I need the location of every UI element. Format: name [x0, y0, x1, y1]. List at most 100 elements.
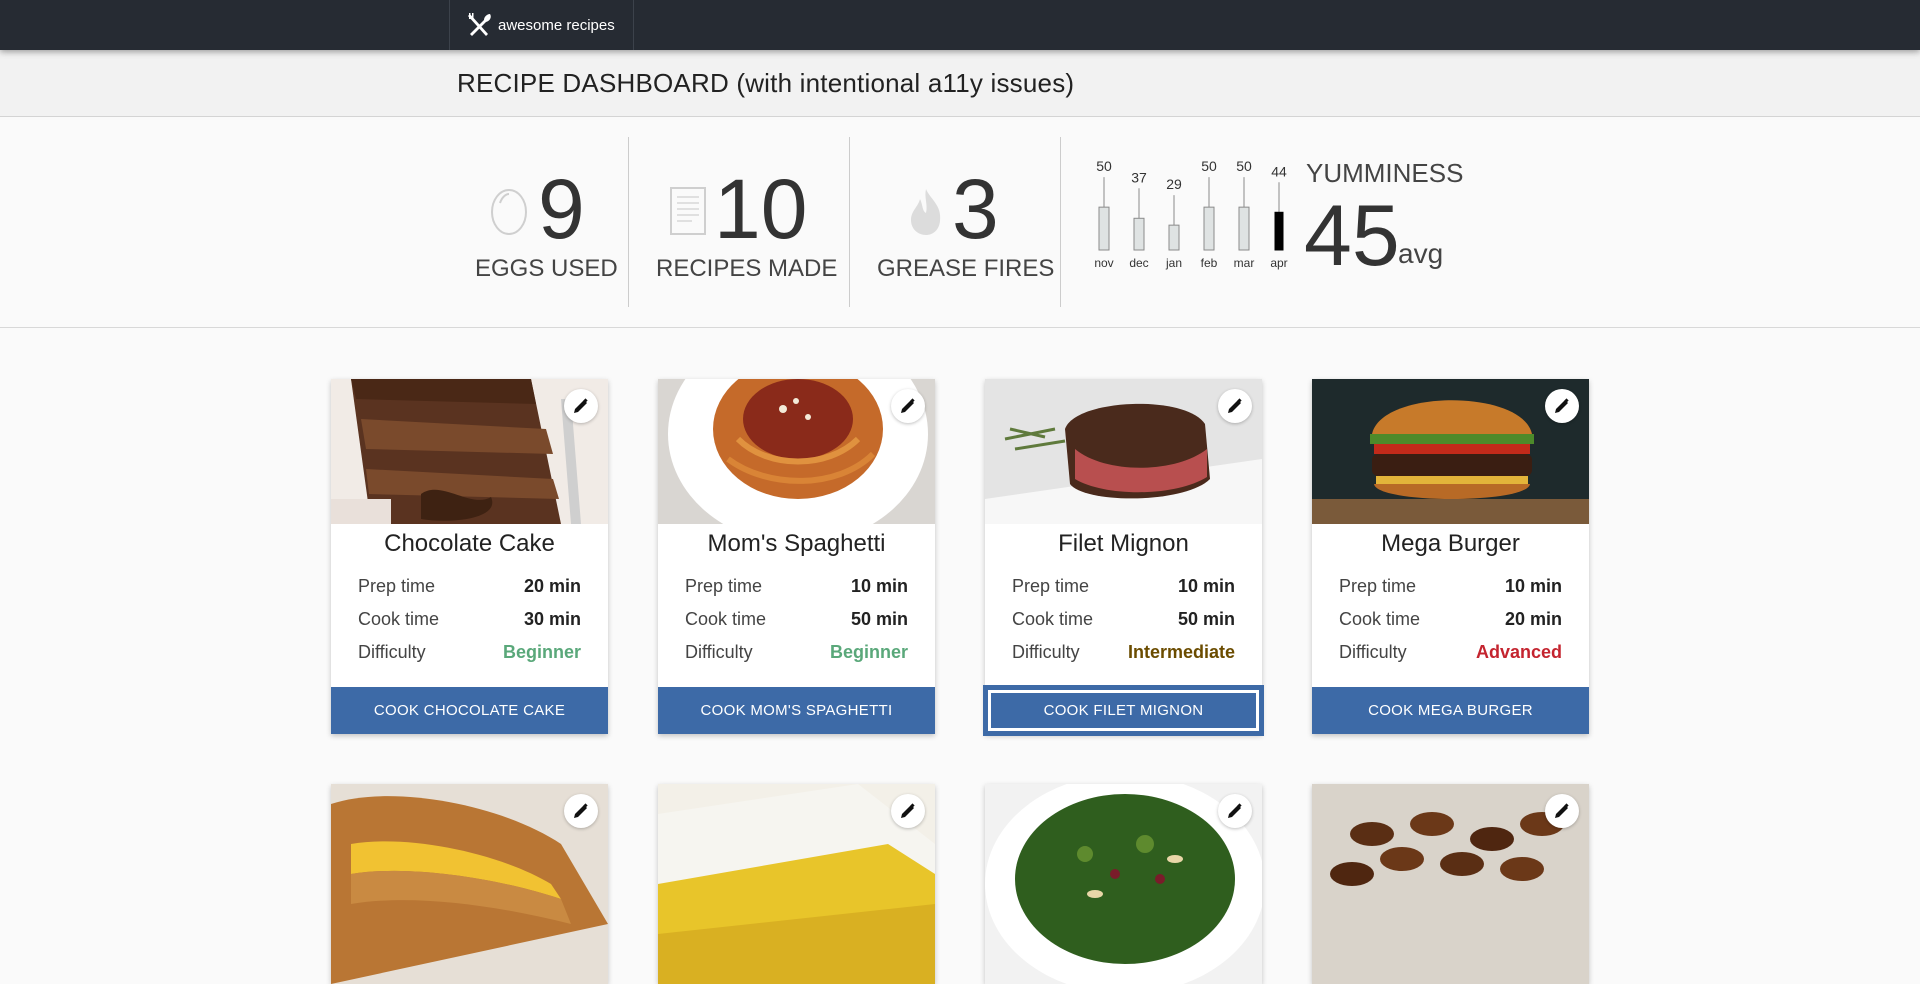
prep-value: 10 min — [1177, 576, 1235, 596]
pencil-icon — [1555, 803, 1569, 818]
cook-time-row: Cook time 20 min — [1312, 603, 1589, 636]
bar-apr — [1274, 211, 1284, 251]
utensils-icon — [468, 13, 491, 36]
yumminess-label: YUMMINESS — [1306, 158, 1464, 188]
stat-value: 3 — [952, 162, 999, 256]
stats-panel: 9 EGGS USED 10 RECIPES MADE 3 GREASE FIR… — [0, 117, 1920, 328]
prep-time-row: Prep time 10 min — [1312, 570, 1589, 603]
lemon-bars-photo — [658, 784, 935, 984]
stat-grease-fires: 3 GREASE FIRES — [870, 137, 1070, 307]
recipe-card: Filet Mignon Prep time 10 min Cook time 50… — [985, 379, 1262, 734]
bar-value-label: 50 — [1201, 158, 1217, 174]
yumminess-unit: avg — [1398, 238, 1444, 269]
recipe-card — [658, 784, 935, 984]
candied-pecans-photo — [1312, 784, 1589, 984]
spaghetti-photo — [658, 379, 935, 524]
recipe-card — [1312, 784, 1589, 984]
recipe-card: Chocolate Cake Prep time 20 min Cook time… — [331, 379, 608, 734]
pencil-icon — [1555, 398, 1569, 413]
pencil-icon — [574, 398, 588, 413]
egg-icon — [491, 189, 527, 235]
edit-button[interactable] — [891, 389, 925, 423]
cook-filet-mignon-button[interactable]: COOK FILET MIGNON — [985, 687, 1262, 734]
bar-dec — [1133, 217, 1145, 251]
recipe-card: Mom's Spaghetti Prep time 10 min Cook tim… — [658, 379, 935, 734]
cook-mega-burger-button[interactable]: COOK MEGA BURGER — [1312, 687, 1589, 734]
kale-salad-photo — [985, 784, 1262, 984]
stat-value: 9 — [538, 162, 585, 256]
edit-button[interactable] — [1545, 389, 1579, 423]
bar-value-label: 50 — [1236, 158, 1252, 174]
bar-nov — [1098, 206, 1110, 251]
divider — [849, 137, 850, 307]
difficulty-value: Beginner — [829, 642, 908, 662]
recipe-name: Filet Mignon — [1058, 530, 1189, 557]
cook-value: 30 min — [523, 609, 581, 629]
edit-button[interactable] — [1218, 794, 1252, 828]
edit-button[interactable] — [564, 389, 598, 423]
recipe-name: Mom's Spaghetti — [707, 530, 886, 557]
prep-time-row: Prep time 20 min — [331, 570, 608, 603]
prep-value: 10 min — [1504, 576, 1562, 596]
cook-moms-spaghetti-button[interactable]: COOK MOM'S SPAGHETTI — [658, 687, 935, 734]
bar-jan — [1168, 224, 1180, 251]
stat-label: RECIPES MADE — [656, 255, 838, 282]
prep-label: Prep time — [685, 576, 763, 596]
cook-label: Cook time — [1012, 609, 1094, 629]
top-navbar: awesome recipes — [0, 0, 1920, 50]
brand-link[interactable]: awesome recipes — [449, 0, 634, 50]
edit-button[interactable] — [1218, 389, 1252, 423]
cook-label: Cook time — [358, 609, 440, 629]
pencil-icon — [574, 803, 588, 818]
burger-photo — [1312, 379, 1589, 524]
cook-time-row: Cook time 30 min — [331, 603, 608, 636]
recipe-name: Mega Burger — [1381, 530, 1520, 557]
cook-label: Cook time — [685, 609, 767, 629]
difficulty-row: Difficulty Intermediate — [985, 636, 1262, 669]
grilled-cheese-photo — [331, 784, 608, 984]
difficulty-value: Beginner — [502, 642, 581, 662]
pencil-icon — [901, 803, 915, 818]
pencil-icon — [901, 398, 915, 413]
cook-value: 50 min — [850, 609, 908, 629]
prep-label: Prep time — [1339, 576, 1417, 596]
pencil-icon — [1228, 803, 1242, 818]
cook-value: 50 min — [1177, 609, 1235, 629]
edit-button[interactable] — [891, 794, 925, 828]
bar-mar — [1238, 206, 1250, 251]
bar-category-label: apr — [1270, 256, 1287, 270]
bar-value-label: 50 — [1096, 158, 1112, 174]
difficulty-label: Difficulty — [1012, 642, 1080, 662]
edit-button[interactable] — [1545, 794, 1579, 828]
prep-label: Prep time — [1012, 576, 1090, 596]
yumminess-bar-chart: 50 nov 37 dec 29 jan 50 feb 50 mar 44 apr — [1094, 158, 1287, 270]
recipe-card — [331, 784, 608, 984]
cook-label: Cook time — [1339, 609, 1421, 629]
cook-time-row: Cook time 50 min — [658, 603, 935, 636]
edit-button[interactable] — [564, 794, 598, 828]
brand-name: awesome recipes — [498, 16, 615, 34]
prep-time-row: Prep time 10 min — [985, 570, 1262, 603]
stat-label: GREASE FIRES — [877, 255, 1055, 282]
difficulty-value: Advanced — [1475, 642, 1562, 662]
page-header: RECIPE DASHBOARD (with intentional a11y … — [0, 50, 1920, 117]
bar-category-label: mar — [1234, 256, 1255, 270]
bar-category-label: feb — [1201, 256, 1218, 270]
bar-value-label: 37 — [1131, 169, 1147, 185]
stat-label: EGGS USED — [475, 255, 618, 282]
stat-eggs-used: 9 EGGS USED — [470, 137, 620, 307]
prep-time-row: Prep time 10 min — [658, 570, 935, 603]
difficulty-row: Difficulty Advanced — [1312, 636, 1589, 669]
recipe-name: Chocolate Cake — [384, 530, 555, 557]
document-icon — [670, 187, 706, 235]
page-title: RECIPE DASHBOARD (with intentional a11y … — [457, 68, 1075, 98]
yumminess-value: 45 — [1304, 188, 1400, 284]
prep-value: 10 min — [850, 576, 908, 596]
bar-category-label: nov — [1094, 256, 1113, 270]
difficulty-label: Difficulty — [1339, 642, 1407, 662]
bar-value-label: 29 — [1166, 176, 1182, 192]
cook-chocolate-cake-button[interactable]: COOK CHOCOLATE CAKE — [331, 687, 608, 734]
prep-value: 20 min — [523, 576, 581, 596]
cook-value: 20 min — [1504, 609, 1562, 629]
stat-value: 10 — [714, 162, 808, 256]
